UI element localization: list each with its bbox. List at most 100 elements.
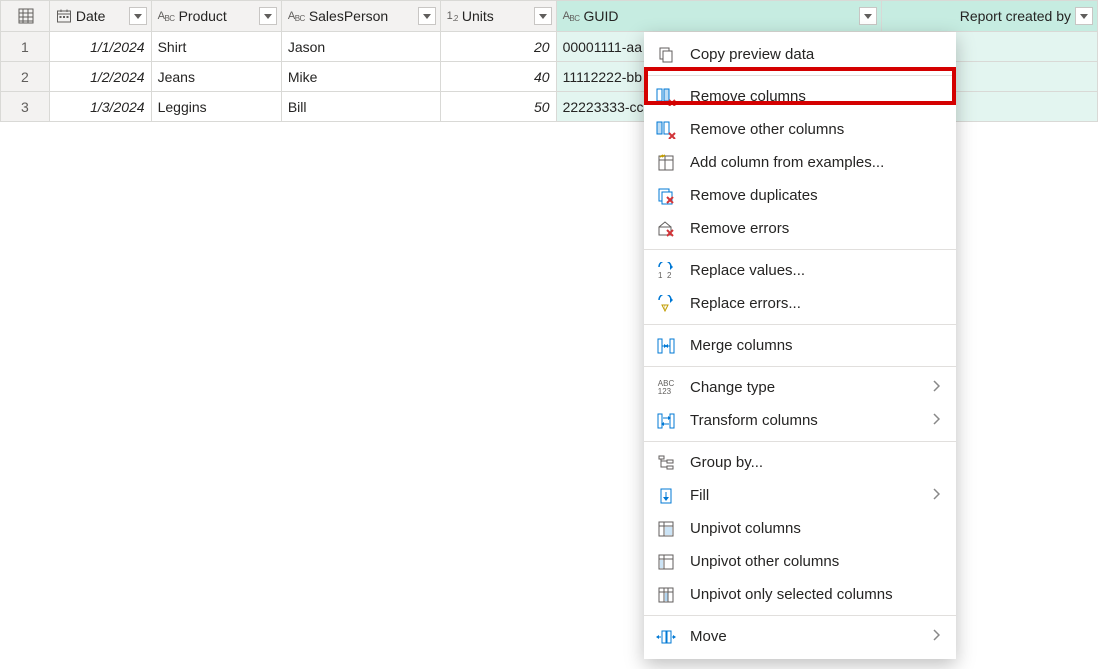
unpivot-other-icon xyxy=(656,552,676,572)
cell-date[interactable]: 1/3/2024 xyxy=(49,92,151,122)
fill-icon xyxy=(656,486,676,506)
svg-text:1: 1 xyxy=(658,271,663,280)
column-header-date[interactable]: Date xyxy=(49,1,151,32)
menu-separator xyxy=(644,249,956,250)
change-type-icon: ABC123 xyxy=(656,378,676,398)
copy-icon xyxy=(656,45,676,65)
menu-separator xyxy=(644,324,956,325)
cell-units[interactable]: 50 xyxy=(440,92,556,122)
remove-other-columns-icon xyxy=(656,120,676,140)
cell-salesperson[interactable]: Bill xyxy=(281,92,440,122)
remove-duplicates-icon xyxy=(656,186,676,206)
filter-button[interactable] xyxy=(859,7,877,25)
menu-unpivot-only-selected-columns[interactable]: Unpivot only selected columns xyxy=(644,578,956,611)
column-label: Report created by xyxy=(888,8,1071,24)
replace-values-icon: 12 xyxy=(656,261,676,281)
menu-fill[interactable]: Fill xyxy=(644,479,956,512)
column-header-salesperson[interactable]: ABC SalesPerson xyxy=(281,1,440,32)
cell-product[interactable]: Shirt xyxy=(151,32,281,62)
menu-label: Remove errors xyxy=(690,220,942,237)
menu-separator xyxy=(644,75,956,76)
cell-units[interactable]: 20 xyxy=(440,32,556,62)
select-all-header[interactable] xyxy=(1,1,50,32)
remove-errors-icon xyxy=(656,219,676,239)
menu-copy-preview-data[interactable]: Copy preview data xyxy=(644,38,956,71)
row-number: 2 xyxy=(1,62,50,92)
text-type-icon: ABC xyxy=(288,10,305,22)
menu-separator xyxy=(644,441,956,442)
menu-remove-columns[interactable]: Remove columns xyxy=(644,80,956,113)
menu-remove-duplicates[interactable]: Remove duplicates xyxy=(644,179,956,212)
move-icon xyxy=(656,627,676,647)
group-by-icon xyxy=(656,453,676,473)
menu-move[interactable]: Move xyxy=(644,620,956,653)
date-type-icon xyxy=(56,8,72,24)
text-type-icon: ABC xyxy=(563,10,580,22)
filter-button[interactable] xyxy=(418,7,436,25)
chevron-right-icon xyxy=(932,412,942,429)
menu-label: Unpivot other columns xyxy=(690,553,942,570)
cell-salesperson[interactable]: Mike xyxy=(281,62,440,92)
menu-separator xyxy=(644,615,956,616)
menu-label: Merge columns xyxy=(690,337,942,354)
menu-label: Move xyxy=(690,628,918,645)
column-header-report-created-by[interactable]: Report created by xyxy=(882,1,1098,32)
menu-label: Group by... xyxy=(690,454,942,471)
menu-replace-values[interactable]: 12 Replace values... xyxy=(644,254,956,287)
cell-salesperson[interactable]: Jason xyxy=(281,32,440,62)
number-type-icon: 1.2 xyxy=(447,10,458,22)
svg-text:2: 2 xyxy=(667,271,672,280)
menu-label: Replace values... xyxy=(690,262,942,279)
chevron-right-icon xyxy=(932,628,942,645)
replace-errors-icon: ! xyxy=(656,294,676,314)
menu-label: Transform columns xyxy=(690,412,918,429)
cell-date[interactable]: 1/2/2024 xyxy=(49,62,151,92)
filter-button[interactable] xyxy=(259,7,277,25)
cell-units[interactable]: 40 xyxy=(440,62,556,92)
unpivot-selected-icon xyxy=(656,585,676,605)
column-header-units[interactable]: 1.2 Units xyxy=(440,1,556,32)
menu-add-column-from-examples[interactable]: Add column from examples... xyxy=(644,146,956,179)
menu-separator xyxy=(644,366,956,367)
menu-label: Add column from examples... xyxy=(690,154,942,171)
menu-replace-errors[interactable]: ! Replace errors... xyxy=(644,287,956,320)
table-icon xyxy=(18,8,34,24)
cell-product[interactable]: Leggins xyxy=(151,92,281,122)
chevron-right-icon xyxy=(932,487,942,504)
menu-unpivot-columns[interactable]: Unpivot columns xyxy=(644,512,956,545)
filter-button[interactable] xyxy=(129,7,147,25)
text-type-icon: ABC xyxy=(158,10,175,22)
menu-change-type[interactable]: ABC123 Change type xyxy=(644,371,956,404)
menu-label: Copy preview data xyxy=(690,46,942,63)
filter-button[interactable] xyxy=(1075,7,1093,25)
column-context-menu: Copy preview data Remove columns Remove … xyxy=(644,32,956,659)
column-label: GUID xyxy=(584,8,856,24)
menu-remove-errors[interactable]: Remove errors xyxy=(644,212,956,245)
menu-label: Change type xyxy=(690,379,918,396)
row-number: 3 xyxy=(1,92,50,122)
menu-label: Unpivot columns xyxy=(690,520,942,537)
cell-product[interactable]: Jeans xyxy=(151,62,281,92)
cell-date[interactable]: 1/1/2024 xyxy=(49,32,151,62)
column-header-guid[interactable]: ABC GUID xyxy=(556,1,882,32)
menu-unpivot-other-columns[interactable]: Unpivot other columns xyxy=(644,545,956,578)
add-column-icon xyxy=(656,153,676,173)
column-header-product[interactable]: ABC Product xyxy=(151,1,281,32)
column-label: Product xyxy=(179,8,255,24)
menu-label: Remove duplicates xyxy=(690,187,942,204)
menu-label: Unpivot only selected columns xyxy=(690,586,942,603)
menu-label: Remove columns xyxy=(690,88,942,105)
menu-label: Fill xyxy=(690,487,918,504)
menu-group-by[interactable]: Group by... xyxy=(644,446,956,479)
filter-button[interactable] xyxy=(534,7,552,25)
unpivot-icon xyxy=(656,519,676,539)
menu-merge-columns[interactable]: Merge columns xyxy=(644,329,956,362)
menu-remove-other-columns[interactable]: Remove other columns xyxy=(644,113,956,146)
chevron-right-icon xyxy=(932,379,942,396)
column-label: Date xyxy=(76,8,125,24)
row-number: 1 xyxy=(1,32,50,62)
column-label: SalesPerson xyxy=(309,8,414,24)
remove-columns-icon xyxy=(656,87,676,107)
menu-label: Remove other columns xyxy=(690,121,942,138)
menu-transform-columns[interactable]: Transform columns xyxy=(644,404,956,437)
